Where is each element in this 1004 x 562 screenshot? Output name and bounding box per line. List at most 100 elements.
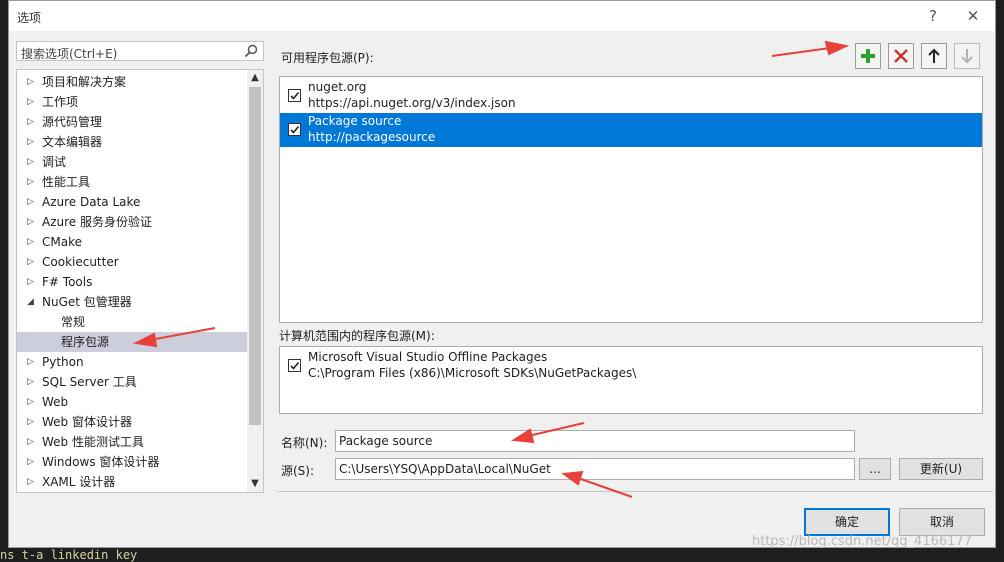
tree-item-label: SQL Server 工具 <box>42 375 137 389</box>
close-button[interactable]: ✕ <box>961 5 985 27</box>
collapsed-arrow-icon[interactable]: ▷ <box>27 452 37 472</box>
available-sources-list: nuget.org https://api.nuget.org/v3/index.… <box>279 76 983 323</box>
tree-item[interactable]: ▷ XAML 设计器 <box>17 472 247 492</box>
tree-item-label: Web 窗体设计器 <box>42 415 132 429</box>
tree-scrollbar[interactable]: ▲ ▼ <box>247 70 263 492</box>
tree-item-label: Web <box>42 395 69 409</box>
source-url: http://packagesource <box>308 130 436 144</box>
tree-item-label: Azure 服务身份验证 <box>42 215 152 229</box>
tree-item-label: 性能工具 <box>42 175 91 189</box>
tree-item-label: 调试 <box>42 155 67 169</box>
tree-item[interactable]: 常规 <box>17 312 247 332</box>
source-checkbox[interactable] <box>288 89 301 102</box>
help-button[interactable]: ? <box>921 5 945 27</box>
source-name: Package source <box>308 114 402 128</box>
arrow-up-icon <box>928 48 940 63</box>
collapsed-arrow-icon[interactable]: ▷ <box>27 472 37 492</box>
collapsed-arrow-icon[interactable]: ▷ <box>27 132 37 152</box>
tree-item-label: 常规 <box>61 315 86 329</box>
name-input[interactable]: Package source <box>335 430 855 452</box>
add-source-button[interactable] <box>855 43 881 69</box>
tree-item-label: 程序包源 <box>61 335 110 349</box>
tree-item[interactable]: ▷ Web 性能测试工具 <box>17 432 247 452</box>
expanded-arrow-icon[interactable]: ◢ <box>27 292 37 312</box>
cancel-button[interactable]: 取消 <box>899 508 985 536</box>
tree-item[interactable]: ▷ Web 窗体设计器 <box>17 412 247 432</box>
source-row[interactable]: nuget.org https://api.nuget.org/v3/index.… <box>280 79 982 113</box>
source-name: nuget.org <box>308 80 367 94</box>
tree-item[interactable]: ▷ Web <box>17 392 247 412</box>
collapsed-arrow-icon[interactable]: ▷ <box>27 392 37 412</box>
available-sources-label: 可用程序包源(P): <box>281 51 374 65</box>
collapsed-arrow-icon[interactable]: ▷ <box>27 432 37 452</box>
tree-item-label: CMake <box>42 235 82 249</box>
tree-item[interactable]: ▷ 文本编辑器 <box>17 132 247 152</box>
arrow-down-icon <box>961 49 973 64</box>
collapsed-arrow-icon[interactable]: ▷ <box>27 252 37 272</box>
tree-item[interactable]: ▷ SQL Server 工具 <box>17 372 247 392</box>
source-label: 源(S): <box>281 464 315 478</box>
tree-item[interactable]: ▷ Python <box>17 352 247 372</box>
options-tree: ▷ 项目和解决方案 ▷ 工作项 ▷ 源代码管理 ▷ 文本编辑器 ▷ 调试 ▷ 性能工具 ▷ Azure D… <box>16 69 264 493</box>
collapsed-arrow-icon[interactable]: ▷ <box>27 352 37 372</box>
tree-item[interactable]: ▷ 调试 <box>17 152 247 172</box>
collapsed-arrow-icon[interactable]: ▷ <box>27 172 37 192</box>
tree-item[interactable]: 程序包源 <box>17 332 247 352</box>
tree-item[interactable]: ▷ Azure 服务身份验证 <box>17 212 247 232</box>
source-checkbox[interactable] <box>288 123 301 136</box>
machine-sources-label: 计算机范围内的程序包源(M): <box>279 329 435 343</box>
collapsed-arrow-icon[interactable]: ▷ <box>27 92 37 112</box>
tree-item-label: Azure Data Lake <box>42 195 141 209</box>
tree-item[interactable]: ▷ Cookiecutter <box>17 252 247 272</box>
collapsed-arrow-icon[interactable]: ▷ <box>27 372 37 392</box>
tree-item-label: 工作项 <box>42 95 79 109</box>
scroll-down-icon[interactable]: ▼ <box>247 476 263 492</box>
collapsed-arrow-icon[interactable]: ▷ <box>27 412 37 432</box>
tree-item[interactable]: ▷ Windows 窗体设计器 <box>17 452 247 472</box>
collapsed-arrow-icon[interactable]: ▷ <box>27 192 37 212</box>
move-up-button[interactable] <box>921 43 947 69</box>
collapsed-arrow-icon[interactable]: ▷ <box>27 272 37 292</box>
tree-item[interactable]: ▷ 源代码管理 <box>17 112 247 132</box>
source-row[interactable]: Package source http://packagesource <box>280 113 982 147</box>
source-checkbox[interactable] <box>288 359 301 372</box>
collapsed-arrow-icon[interactable]: ▷ <box>27 212 37 232</box>
x-icon <box>894 49 908 63</box>
tree-item[interactable]: ◢ NuGet 包管理器 <box>17 292 247 312</box>
tree-item[interactable]: ▷ 性能工具 <box>17 172 247 192</box>
remove-source-button[interactable] <box>888 43 914 69</box>
scroll-up-icon[interactable]: ▲ <box>247 70 263 86</box>
tree-item-label: NuGet 包管理器 <box>42 295 132 309</box>
browse-button[interactable]: ... <box>859 458 891 480</box>
move-down-button[interactable] <box>954 43 980 69</box>
search-icon[interactable] <box>243 43 259 59</box>
collapsed-arrow-icon[interactable]: ▷ <box>27 152 37 172</box>
tree-item-label: 文本编辑器 <box>42 135 103 149</box>
source-url: C:\Program Files (x86)\Microsoft SDKs\Nu… <box>308 366 637 380</box>
tree-item[interactable]: ▷ F# Tools <box>17 272 247 292</box>
options-dialog: 选项 ? ✕ 搜索选项(Ctrl+E) ▷ 项目和解决方案 ▷ 工作项 ▷ 源代码管理 ▷ 文… <box>8 0 996 548</box>
separator <box>277 491 993 492</box>
tree-item[interactable]: ▷ 项目和解决方案 <box>17 72 247 92</box>
search-input[interactable]: 搜索选项(Ctrl+E) <box>16 41 264 61</box>
tree-item-label: Web 性能测试工具 <box>42 435 144 449</box>
watermark: https://blog.csdn.net/qq_4166177 <box>752 534 972 549</box>
tree-item-label: XAML 设计器 <box>42 475 116 489</box>
search-placeholder: 搜索选项(Ctrl+E) <box>21 47 118 61</box>
ok-button[interactable]: 确定 <box>804 508 890 536</box>
tree-item[interactable]: ▷ 工作项 <box>17 92 247 112</box>
title-bar: 选项 ? ✕ <box>9 1 995 31</box>
machine-sources-list: Microsoft Visual Studio Offline Packages… <box>279 346 983 414</box>
tree-item[interactable]: ▷ Azure Data Lake <box>17 192 247 212</box>
tree-item-label: Cookiecutter <box>42 255 119 269</box>
source-row[interactable]: Microsoft Visual Studio Offline Packages… <box>280 349 982 383</box>
tree-item[interactable]: ▷ CMake <box>17 232 247 252</box>
collapsed-arrow-icon[interactable]: ▷ <box>27 112 37 132</box>
collapsed-arrow-icon[interactable]: ▷ <box>27 232 37 252</box>
tree-item-label: Python <box>42 355 84 369</box>
window-title: 选项 <box>17 11 42 25</box>
source-input[interactable]: C:\Users\YSQ\AppData\Local\NuGet <box>335 458 855 480</box>
update-button[interactable]: 更新(U) <box>899 458 983 480</box>
scroll-thumb[interactable] <box>249 87 261 425</box>
collapsed-arrow-icon[interactable]: ▷ <box>27 72 37 92</box>
